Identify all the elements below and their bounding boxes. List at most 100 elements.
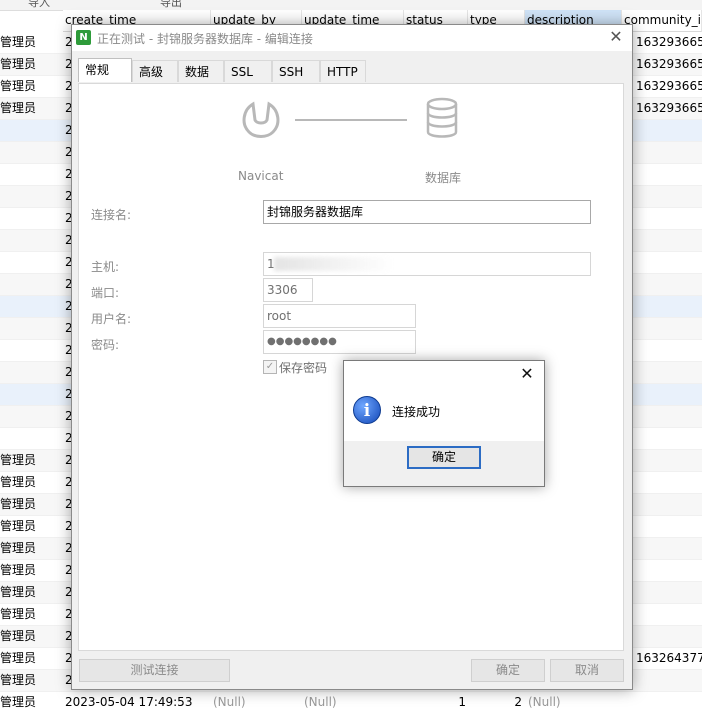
cell-community-id[interactable]	[636, 670, 702, 691]
column-header-community-id[interactable]: community_id	[622, 10, 702, 32]
cell-community-id[interactable]	[636, 494, 702, 515]
dialog-ok-button[interactable]: 确定	[471, 659, 545, 682]
cell-community-id[interactable]	[636, 538, 702, 559]
dialog-titlebar: N 正在测试 - 封锦服务器数据库 - 编辑连接 ✕	[72, 25, 632, 51]
cell-user[interactable]: 管理员	[0, 472, 60, 493]
cell-user[interactable]	[0, 252, 60, 273]
cell-community-id[interactable]	[636, 406, 702, 427]
cell-community-id[interactable]	[636, 582, 702, 603]
tab-ssl[interactable]: SSL	[224, 60, 272, 82]
cell-user[interactable]	[0, 164, 60, 185]
cell-community-id[interactable]	[636, 252, 702, 273]
cell-description[interactable]: (Null)	[528, 692, 608, 713]
cell-user[interactable]	[0, 428, 60, 449]
cell-community-id[interactable]	[636, 362, 702, 383]
cell-update-time[interactable]: (Null)	[304, 692, 384, 713]
cell-community-id[interactable]	[636, 340, 702, 361]
table-row[interactable]: 管理员 2023-05-04 17:49:53 (Null) (Null) 1 2 (Nul…	[0, 692, 702, 713]
cell-status[interactable]: 1	[404, 692, 466, 713]
cell-user[interactable]: 管理员	[0, 626, 60, 647]
cell-community-id[interactable]	[636, 296, 702, 317]
save-password-label: 保存密码	[279, 361, 328, 375]
cell-type[interactable]: 2	[470, 692, 522, 713]
cell-user[interactable]	[0, 120, 60, 141]
cell-user[interactable]: 管理员	[0, 494, 60, 515]
cell-user[interactable]	[0, 318, 60, 339]
messagebox-text: 连接成功	[392, 405, 441, 419]
cell-community-id[interactable]	[636, 120, 702, 141]
cell-user[interactable]	[0, 384, 60, 405]
cell-user[interactable]: 管理员	[0, 582, 60, 603]
cell-user[interactable]: 管理员	[0, 516, 60, 537]
cell-community-id[interactable]	[636, 384, 702, 405]
cell-community-id[interactable]	[636, 164, 702, 185]
username-input[interactable]: root	[263, 304, 416, 328]
cell-user[interactable]: 管理员	[0, 76, 60, 97]
messagebox-close-icon[interactable]: ✕	[518, 363, 536, 385]
password-input[interactable]: ●●●●●●●●	[263, 330, 416, 354]
cell-user[interactable]: 管理员	[0, 538, 60, 559]
tab-database[interactable]: 数据库	[178, 60, 224, 101]
cell-community-id[interactable]: 1632643779	[636, 648, 702, 669]
cell-user[interactable]	[0, 274, 60, 295]
cell-user[interactable]: 管理员	[0, 648, 60, 669]
cell-user[interactable]	[0, 362, 60, 383]
cell-user[interactable]: 管理员	[0, 560, 60, 581]
tab-ssh[interactable]: SSH	[272, 60, 320, 82]
cell-community-id[interactable]	[636, 626, 702, 647]
cell-community-id[interactable]	[636, 318, 702, 339]
cell-community-id[interactable]	[636, 604, 702, 625]
import-button[interactable]: 导入	[28, 0, 50, 10]
cell-community-id[interactable]	[636, 516, 702, 537]
cell-user[interactable]	[0, 186, 60, 207]
connection-name-input[interactable]: 封锦服务器数据库	[263, 200, 591, 224]
dialog-cancel-button[interactable]: 取消	[550, 659, 624, 682]
host-input[interactable]: 1	[263, 252, 591, 276]
cell-user[interactable]	[0, 296, 60, 317]
cell-community-id[interactable]	[636, 208, 702, 229]
cell-community-id[interactable]	[636, 450, 702, 471]
tab-general[interactable]: 常规	[78, 58, 132, 82]
test-connection-button[interactable]: 测试连接	[79, 659, 230, 682]
port-input[interactable]: 3306	[263, 278, 313, 302]
cell-community-id[interactable]: 1632936650	[636, 98, 702, 119]
database-label: 数据库	[425, 171, 462, 185]
tab-http[interactable]: HTTP	[320, 60, 366, 82]
cell-community-id[interactable]	[636, 560, 702, 581]
navicat-label: Navicat	[238, 169, 284, 183]
cell-community-id[interactable]: 1632936650	[636, 32, 702, 53]
messagebox-ok-button[interactable]: 确定	[407, 446, 481, 469]
cell-update-by[interactable]: (Null)	[213, 692, 293, 713]
cell-community-id[interactable]	[636, 274, 702, 295]
cell-community-id[interactable]	[636, 428, 702, 449]
cell-community-id[interactable]	[636, 186, 702, 207]
cell-user[interactable]	[0, 406, 60, 427]
export-button[interactable]: 导出	[160, 0, 182, 10]
password-label: 密码:	[91, 338, 120, 352]
cell-user[interactable]: 管理员	[0, 32, 60, 53]
dialog-close-icon[interactable]: ✕	[606, 27, 626, 47]
cell-user[interactable]: 管理员	[0, 670, 60, 691]
cell-user[interactable]	[0, 340, 60, 361]
cell-user[interactable]: 管理员	[0, 604, 60, 625]
cell-create-time[interactable]: 2023-05-04 17:49:53	[65, 692, 205, 713]
cell-user[interactable]: 管理员	[0, 54, 60, 75]
cell-user[interactable]	[0, 142, 60, 163]
messagebox-body: ✕ i 连接成功	[344, 361, 544, 441]
cell-community-id[interactable]: 1632936650	[636, 54, 702, 75]
info-icon: i	[353, 396, 381, 424]
cell-user[interactable]: 管理员	[0, 98, 60, 119]
navicat-app-icon: N	[76, 30, 91, 45]
cell-community-id[interactable]	[636, 142, 702, 163]
cell-community-id[interactable]	[636, 230, 702, 251]
cell-user[interactable]	[0, 230, 60, 251]
edit-connection-dialog: N 正在测试 - 封锦服务器数据库 - 编辑连接 ✕ 常规 高级 数据库 SSL…	[71, 24, 633, 690]
cell-user[interactable]	[0, 208, 60, 229]
cell-user[interactable]: 管理员	[0, 450, 60, 471]
save-password-checkbox[interactable]: ✓	[263, 360, 277, 374]
cell-community-id[interactable]: 1632936650	[636, 76, 702, 97]
cell-community-id[interactable]	[636, 472, 702, 493]
tab-advanced[interactable]: 高级	[132, 60, 178, 82]
connection-success-messagebox: ✕ i 连接成功 确定	[343, 360, 545, 487]
cell-c0[interactable]: 管理员	[0, 692, 60, 713]
